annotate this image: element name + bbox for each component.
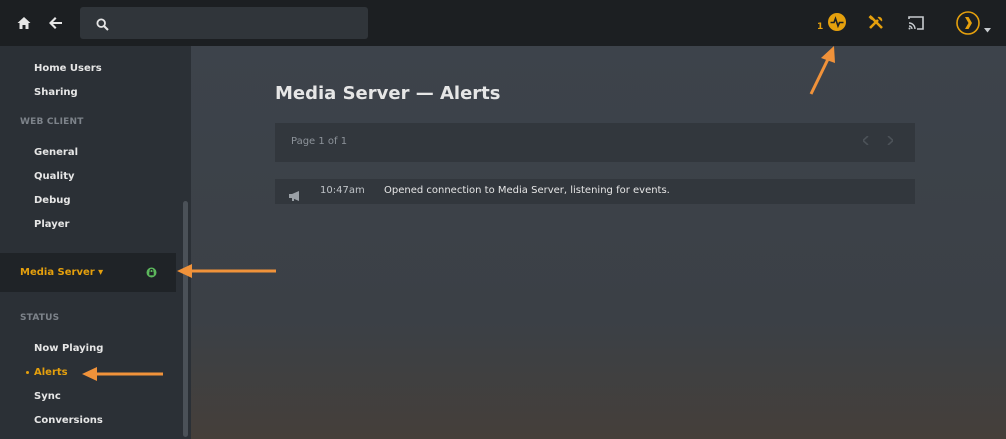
settings-button[interactable] [866,13,886,33]
lock-icon [146,267,157,278]
search-icon [96,16,109,35]
back-button[interactable] [46,13,66,33]
home-button[interactable] [14,13,34,33]
sidebar-item-sharing[interactable]: Sharing [34,87,78,98]
active-indicator [26,371,29,374]
sidebar-item-now-playing[interactable]: Now Playing [34,343,103,354]
sidebar-item-conversions[interactable]: Conversions [34,415,103,426]
sidebar-item-debug[interactable]: Debug [34,195,71,206]
sidebar-item-home-users[interactable]: Home Users [34,63,102,74]
plex-logo-icon [956,11,980,35]
sidebar-scrollbar[interactable] [183,201,188,437]
activity-icon [828,13,846,31]
chevron-right-icon[interactable] [887,135,895,148]
main-content: Media Server — Alerts Page 1 of 1 10:47a… [191,46,1006,439]
alert-row: 10:47am Opened connection to Media Serve… [275,179,915,204]
activity-button[interactable] [827,12,847,32]
chevron-left-icon[interactable] [861,135,869,148]
sidebar-item-sync[interactable]: Sync [34,391,61,402]
search-input[interactable] [118,11,358,35]
alert-time: 10:47am [320,185,365,196]
user-menu-button[interactable] [956,11,980,35]
pagination-bar: Page 1 of 1 [275,123,915,162]
search-box[interactable] [80,7,368,39]
home-icon [17,17,31,29]
alert-message: Opened connection to Media Server, liste… [384,185,670,196]
megaphone-icon [289,186,301,205]
sidebar: Home Users Sharing WEB CLIENT General Qu… [0,46,191,439]
sidebar-item-general[interactable]: General [34,147,78,158]
sidebar-item-alerts[interactable]: Alerts [34,367,68,378]
pagination-label: Page 1 of 1 [291,136,348,147]
sidebar-item-player[interactable]: Player [34,219,69,230]
cast-button[interactable] [906,13,926,33]
chevron-down-icon[interactable] [984,18,991,37]
page-title: Media Server — Alerts [275,83,501,104]
sidebar-heading-web-client: WEB CLIENT [20,117,84,127]
cast-icon [908,16,924,30]
sidebar-heading-status: STATUS [20,313,60,323]
sidebar-item-quality[interactable]: Quality [34,171,75,182]
arrow-left-icon [49,17,62,29]
server-selector-label[interactable]: Media Server ▾ [20,267,103,278]
activity-count-badge: 1 [817,22,824,32]
top-bar: 1 [0,0,1006,46]
server-selector[interactable]: Media Server ▾ [0,253,176,292]
tools-icon [868,15,883,29]
